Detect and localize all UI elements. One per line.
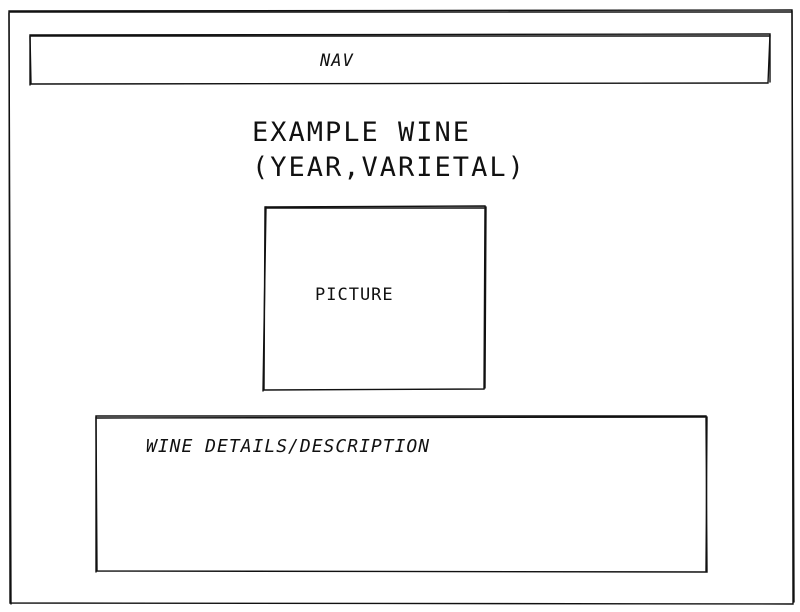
nav-bar[interactable]	[29, 33, 771, 86]
wine-title: EXAMPLE WINE	[252, 117, 472, 148]
nav-label: NAV	[320, 51, 354, 71]
picture-label: PICTURE	[315, 285, 394, 305]
wine-subtitle: (YEAR,VARIETAL)	[252, 152, 526, 183]
details-label: WINE DETAILS/DESCRIPTION	[146, 436, 431, 457]
wireframe-sketch	[8, 9, 795, 605]
page-frame	[8, 9, 795, 605]
